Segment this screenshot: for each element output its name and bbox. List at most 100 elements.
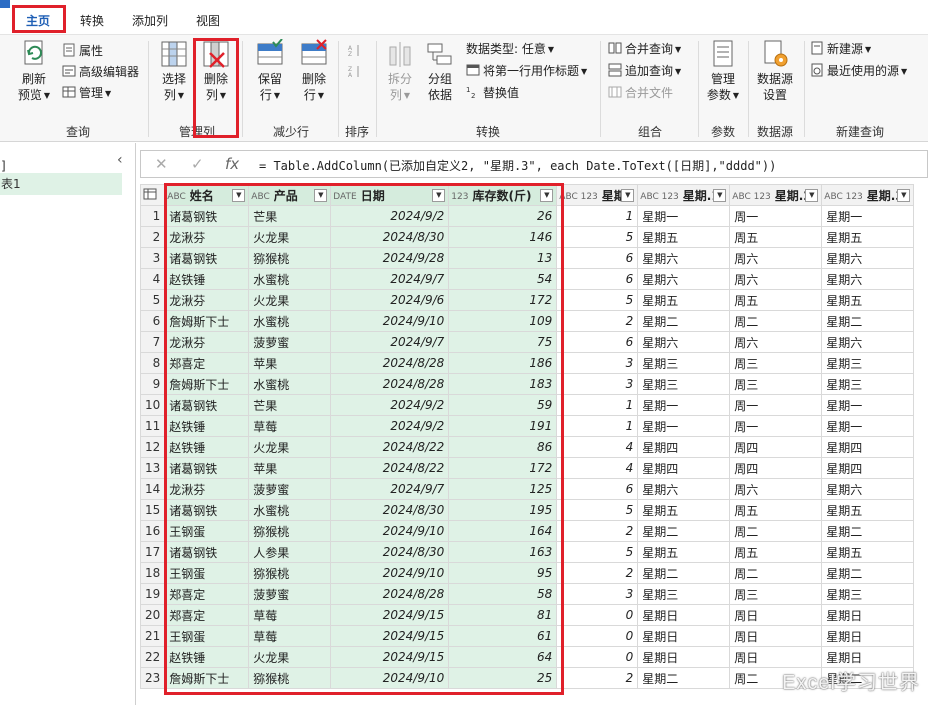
column-type-icon[interactable]: ABC 123 (824, 192, 863, 202)
table-cell[interactable]: 赵铁锤 (164, 268, 250, 290)
table-cell[interactable]: 火龙果 (248, 646, 332, 668)
advanced-editor-button[interactable]: 高级编辑器 (62, 62, 139, 82)
table-cell[interactable]: 周日 (729, 604, 823, 626)
table-cell[interactable]: 2024/9/6 (330, 289, 450, 311)
table-cell[interactable]: 2024/8/28 (330, 352, 450, 374)
column-header[interactable]: ABC 产品 ▼ (248, 184, 332, 206)
table-cell[interactable]: 周六 (729, 478, 823, 500)
table-cell[interactable]: 2024/8/22 (330, 457, 450, 479)
table-cell[interactable]: 星期日 (821, 604, 915, 626)
table-cell[interactable]: 詹姆斯下士 (164, 667, 250, 689)
table-cell[interactable]: 2 (556, 520, 639, 542)
table-cell[interactable]: 周四 (729, 436, 823, 458)
sort-ascending-button[interactable]: AZ (348, 41, 365, 61)
tab-view[interactable]: 视图 (190, 11, 226, 31)
table-cell[interactable]: 2024/9/28 (330, 247, 450, 269)
table-cell[interactable]: 2024/9/15 (330, 625, 450, 647)
table-cell[interactable]: 2024/8/30 (330, 499, 450, 521)
table-cell[interactable]: 周五 (729, 541, 823, 563)
confirm-formula-icon[interactable]: ✓ (191, 155, 204, 173)
table-cell[interactable]: 龙湫芬 (164, 478, 250, 500)
column-header[interactable]: 123 库存数(斤) ▼ (448, 184, 558, 206)
table-cell[interactable]: 75 (448, 331, 558, 353)
table-cell[interactable]: 0 (556, 625, 639, 647)
table-cell[interactable]: 3 (556, 373, 639, 395)
table-cell[interactable]: 54 (448, 268, 558, 290)
table-cell[interactable]: 2024/9/2 (330, 205, 450, 227)
sort-descending-button[interactable]: ZA (348, 62, 365, 82)
table-cell[interactable]: 172 (448, 457, 558, 479)
table-cell[interactable]: 星期六 (637, 478, 731, 500)
table-cell[interactable]: 周一 (729, 394, 823, 416)
table-cell[interactable]: 王钢蛋 (164, 562, 250, 584)
row-number[interactable]: 7 (140, 331, 166, 353)
table-cell[interactable]: 周二 (729, 520, 823, 542)
table-cell[interactable]: 王钢蛋 (164, 625, 250, 647)
table-cell[interactable]: 2024/9/2 (330, 415, 450, 437)
table-cell[interactable]: 星期三 (637, 352, 731, 374)
table-cell[interactable]: 星期三 (821, 373, 915, 395)
table-cell[interactable]: 2024/8/28 (330, 583, 450, 605)
row-number[interactable]: 4 (140, 268, 166, 290)
table-cell[interactable]: 星期五 (637, 289, 731, 311)
table-cell[interactable]: 6 (556, 331, 639, 353)
table-cell[interactable]: 6 (556, 247, 639, 269)
table-cell[interactable]: 水蜜桃 (248, 499, 332, 521)
row-number[interactable]: 3 (140, 247, 166, 269)
table-cell[interactable]: 6 (556, 268, 639, 290)
table-cell[interactable]: 芒果 (248, 394, 332, 416)
column-header[interactable]: ABC 123 星期.1 ▼ (637, 184, 731, 206)
table-cell[interactable]: 星期二 (637, 520, 731, 542)
table-cell[interactable]: 猕猴桃 (248, 562, 332, 584)
row-number[interactable]: 20 (140, 604, 166, 626)
table-cell[interactable]: 星期六 (637, 247, 731, 269)
table-cell[interactable]: 水蜜桃 (248, 310, 332, 332)
table-cell[interactable]: 菠萝蜜 (248, 583, 332, 605)
table-cell[interactable]: 星期五 (637, 226, 731, 248)
table-cell[interactable]: 菠萝蜜 (248, 478, 332, 500)
table-cell[interactable]: 菠萝蜜 (248, 331, 332, 353)
table-cell[interactable]: 星期日 (637, 646, 731, 668)
table-cell[interactable]: 13 (448, 247, 558, 269)
column-header[interactable]: ABC 123 星期.3 ▼ (821, 184, 915, 206)
table-cell[interactable]: 2 (556, 310, 639, 332)
table-cell[interactable]: 星期一 (821, 415, 915, 437)
row-number[interactable]: 17 (140, 541, 166, 563)
table-cell[interactable]: 周三 (729, 373, 823, 395)
table-cell[interactable]: 3 (556, 583, 639, 605)
table-cell[interactable]: 詹姆斯下士 (164, 310, 250, 332)
table-cell[interactable]: 1 (556, 394, 639, 416)
table-cell[interactable]: 星期四 (637, 436, 731, 458)
refresh-preview-button[interactable]: 刷新 预览 ▼ (12, 39, 56, 104)
table-cell[interactable]: 2024/9/10 (330, 667, 450, 689)
table-cell[interactable]: 2024/8/30 (330, 541, 450, 563)
table-cell[interactable]: 星期二 (821, 310, 915, 332)
table-cell[interactable]: 2024/9/15 (330, 604, 450, 626)
table-cell[interactable]: 周一 (729, 205, 823, 227)
recent-sources-dropdown[interactable]: 最近使用的源 ▼ (810, 61, 907, 81)
table-cell[interactable]: 95 (448, 562, 558, 584)
column-header[interactable]: DATE 日期 ▼ (330, 184, 450, 206)
table-cell[interactable]: 2024/8/30 (330, 226, 450, 248)
data-type-dropdown[interactable]: 数据类型: 任意 ▼ (466, 39, 554, 59)
table-cell[interactable]: 星期五 (637, 541, 731, 563)
first-row-header-button[interactable]: 将第一行用作标题 ▼ (466, 61, 587, 81)
table-cell[interactable]: 0 (556, 604, 639, 626)
table-cell[interactable]: 星期四 (821, 436, 915, 458)
keep-rows-button[interactable]: 保留 行 ▼ (250, 38, 290, 104)
table-cell[interactable]: 61 (448, 625, 558, 647)
table-cell[interactable]: 龙湫芬 (164, 226, 250, 248)
row-number[interactable]: 19 (140, 583, 166, 605)
row-number[interactable]: 22 (140, 646, 166, 668)
table-cell[interactable]: 芒果 (248, 205, 332, 227)
tab-home[interactable]: 主页 (20, 11, 56, 31)
table-cell[interactable]: 186 (448, 352, 558, 374)
table-cell[interactable]: 赵铁锤 (164, 436, 250, 458)
table-cell[interactable]: 周五 (729, 226, 823, 248)
table-cell[interactable]: 4 (556, 457, 639, 479)
table-cell[interactable]: 星期五 (821, 541, 915, 563)
remove-rows-button[interactable]: 删除 行 ▼ (294, 39, 334, 104)
table-cell[interactable]: 火龙果 (248, 436, 332, 458)
remove-columns-button[interactable]: 删除 列 ▼ (196, 39, 236, 104)
table-cell[interactable]: 4 (556, 436, 639, 458)
